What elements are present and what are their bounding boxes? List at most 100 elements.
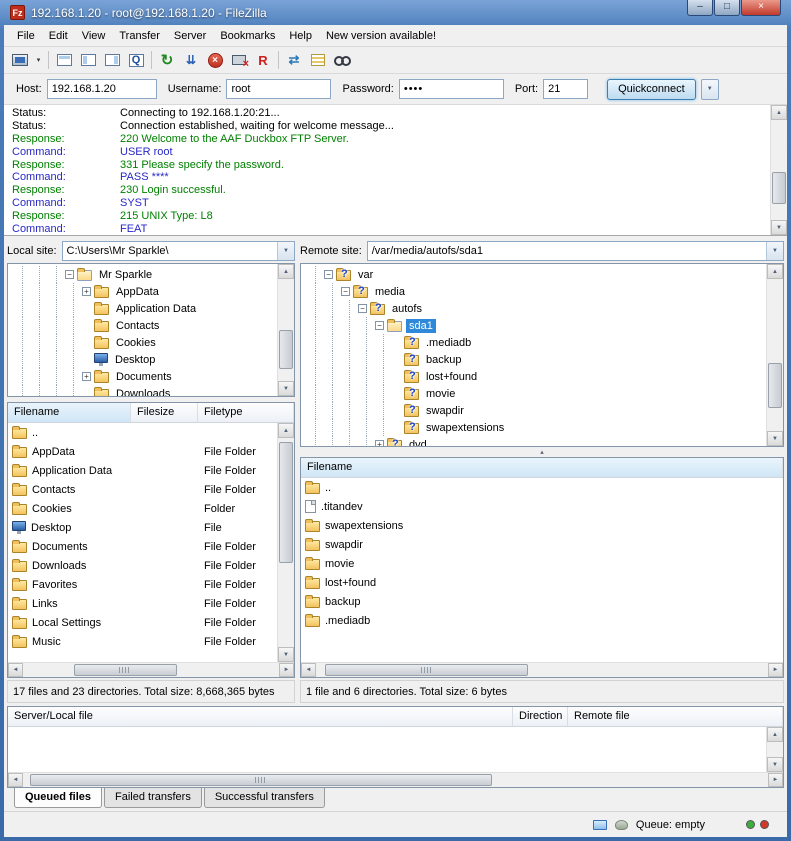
log-scrollbar[interactable]: ▲ ▼ <box>770 105 787 235</box>
splitter-collapse-icon[interactable]: ▴ <box>540 448 544 456</box>
file-row-documents[interactable]: DocumentsFile Folder <box>8 537 277 556</box>
file-row-up[interactable]: .. <box>301 478 783 497</box>
file-row-mediadb[interactable]: .mediadb <box>301 611 783 630</box>
tree-item-mr-sparkle[interactable]: −Mr Sparkle <box>8 266 277 283</box>
tree-item-mediadb[interactable]: .mediadb <box>301 334 766 351</box>
reconnect-button[interactable]: R <box>251 49 275 71</box>
network-icon[interactable] <box>593 820 607 830</box>
tree-expander-minus-icon[interactable]: − <box>65 270 74 279</box>
file-row-local-settings[interactable]: Local SettingsFile Folder <box>8 613 277 632</box>
speed-limits-icon[interactable] <box>615 820 628 830</box>
menu-item-server[interactable]: Server <box>167 27 213 45</box>
tree-item-lost-found[interactable]: lost+found <box>301 368 766 385</box>
toggle-local-tree-button[interactable] <box>76 49 100 71</box>
tree-item-downloads[interactable]: Downloads <box>8 385 277 396</box>
local-site-dropdown-icon[interactable]: ▼ <box>277 242 294 260</box>
scroll-down-button[interactable]: ▼ <box>278 381 294 396</box>
scroll-down-button[interactable]: ▼ <box>767 757 783 772</box>
tree-expander-plus-icon[interactable]: + <box>82 372 91 381</box>
password-input[interactable] <box>399 79 504 99</box>
scroll-thumb[interactable] <box>30 774 492 786</box>
menu-item-help[interactable]: Help <box>282 27 319 45</box>
scroll-track[interactable] <box>278 438 294 647</box>
local-horizontal-scrollbar[interactable]: ◄ ► <box>8 662 294 677</box>
tree-item-application-data[interactable]: Application Data <box>8 300 277 317</box>
remote-horizontal-scrollbar[interactable]: ◄ ► <box>301 662 783 677</box>
remote-site-dropdown-icon[interactable]: ▼ <box>766 242 783 260</box>
column-header-direction[interactable]: Direction <box>513 707 568 726</box>
host-input[interactable] <box>47 79 157 99</box>
scroll-track[interactable] <box>23 663 279 677</box>
title-bar[interactable]: Fz 192.168.1.20 - root@192.168.1.20 - Fi… <box>4 0 787 25</box>
scroll-track[interactable] <box>278 279 294 381</box>
scroll-up-button[interactable]: ▲ <box>278 264 294 279</box>
file-row-swapextensions[interactable]: swapextensions <box>301 516 783 535</box>
site-manager-button[interactable] <box>8 49 32 71</box>
directory-comparison-button[interactable]: ⇄ <box>282 49 306 71</box>
maximize-button[interactable]: □ <box>714 0 740 16</box>
tree-item-autofs[interactable]: −autofs <box>301 300 766 317</box>
port-input[interactable] <box>543 79 588 99</box>
tree-item-var[interactable]: −var <box>301 266 766 283</box>
scroll-down-button[interactable]: ▼ <box>278 647 294 662</box>
file-row-music[interactable]: MusicFile Folder <box>8 632 277 651</box>
menu-item-transfer[interactable]: Transfer <box>112 27 167 45</box>
remote-tree-scrollbar[interactable]: ▲ ▼ <box>766 264 783 446</box>
toggle-transfer-queue-button[interactable]: Q <box>124 49 148 71</box>
scroll-track[interactable] <box>771 120 787 220</box>
tree-expander-minus-icon[interactable]: − <box>375 321 384 330</box>
tab-queued-files[interactable]: Queued files <box>14 788 102 808</box>
file-row-cookies[interactable]: CookiesFolder <box>8 499 277 518</box>
menu-item-new-version-available[interactable]: New version available! <box>319 27 443 45</box>
column-header-filetype[interactable]: Filetype <box>198 403 294 422</box>
find-files-button[interactable] <box>330 49 354 71</box>
tree-item-backup[interactable]: backup <box>301 351 766 368</box>
quickconnect-dropdown-button[interactable]: ▼ <box>701 79 719 100</box>
remote-splitter[interactable]: ▴ <box>300 447 784 457</box>
scroll-thumb[interactable] <box>279 442 293 563</box>
file-row-lost-found[interactable]: lost+found <box>301 573 783 592</box>
file-row-favorites[interactable]: FavoritesFile Folder <box>8 575 277 594</box>
tree-item-appdata[interactable]: +AppData <box>8 283 277 300</box>
site-manager-dropdown-button[interactable]: ▾ <box>32 49 45 71</box>
tree-item-sda1[interactable]: −sda1 <box>301 317 766 334</box>
quickconnect-button[interactable]: Quickconnect <box>607 79 696 100</box>
column-header-filename[interactable]: Filename <box>301 458 783 477</box>
scroll-track[interactable] <box>316 663 768 677</box>
scroll-thumb[interactable] <box>768 363 782 409</box>
file-row-desktop[interactable]: DesktopFile <box>8 518 277 537</box>
scroll-left-button[interactable]: ◄ <box>8 773 23 787</box>
tree-expander-minus-icon[interactable]: − <box>324 270 333 279</box>
tab-failed-transfers[interactable]: Failed transfers <box>104 788 202 808</box>
tree-item-swapdir[interactable]: swapdir <box>301 402 766 419</box>
column-header-remote-file[interactable]: Remote file <box>568 707 783 726</box>
tab-successful-transfers[interactable]: Successful transfers <box>204 788 325 808</box>
disconnect-button[interactable] <box>227 49 251 71</box>
scroll-thumb[interactable] <box>772 172 786 204</box>
local-tree-scrollbar[interactable]: ▲ ▼ <box>277 264 294 396</box>
column-header-server-local-file[interactable]: Server/Local file <box>8 707 513 726</box>
username-input[interactable] <box>226 79 331 99</box>
file-row-movie[interactable]: movie <box>301 554 783 573</box>
scroll-right-button[interactable]: ► <box>768 773 783 787</box>
cancel-button[interactable]: × <box>203 49 227 71</box>
file-row-appdata[interactable]: AppDataFile Folder <box>8 442 277 461</box>
tree-item-cookies[interactable]: Cookies <box>8 334 277 351</box>
local-site-combo[interactable]: C:\Users\Mr Sparkle\ ▼ <box>62 241 295 261</box>
scroll-down-button[interactable]: ▼ <box>771 220 787 235</box>
file-row-contacts[interactable]: ContactsFile Folder <box>8 480 277 499</box>
scroll-left-button[interactable]: ◄ <box>8 663 23 677</box>
scroll-track[interactable] <box>767 742 783 757</box>
tree-item-media[interactable]: −media <box>301 283 766 300</box>
file-row-swapdir[interactable]: swapdir <box>301 535 783 554</box>
remote-site-combo[interactable]: /var/media/autofs/sda1 ▼ <box>367 241 784 261</box>
scroll-down-button[interactable]: ▼ <box>767 431 783 446</box>
file-row-backup[interactable]: backup <box>301 592 783 611</box>
minimize-button[interactable]: – <box>687 0 713 16</box>
scroll-up-button[interactable]: ▲ <box>771 105 787 120</box>
file-row-links[interactable]: LinksFile Folder <box>8 594 277 613</box>
toggle-message-log-button[interactable] <box>52 49 76 71</box>
tree-expander-plus-icon[interactable]: + <box>375 440 384 446</box>
file-row-titandev[interactable]: .titandev <box>301 497 783 516</box>
column-header-filesize[interactable]: Filesize <box>131 403 198 422</box>
